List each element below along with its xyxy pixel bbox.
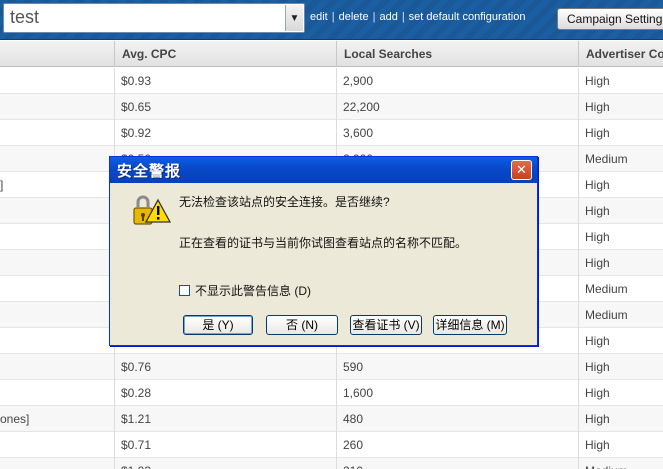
set-default-configuration-link[interactable]: set default configuration — [409, 11, 526, 23]
cell-competition: High — [578, 120, 663, 146]
cell-keyword — [0, 458, 114, 469]
column-header-keyword[interactable] — [0, 41, 114, 67]
cell-avg-cpc: $0.28 — [114, 380, 336, 406]
chevron-down-icon[interactable]: ▼ — [285, 5, 303, 31]
link-separator: | — [331, 11, 335, 23]
table-row[interactable]: $0.65 22,200 High — [0, 94, 663, 120]
cell-avg-cpc: $0.76 — [114, 354, 336, 380]
cell-keyword — [0, 146, 114, 172]
add-link[interactable]: add — [379, 11, 397, 23]
dialog-message-primary: 无法检查该站点的安全连接。是否继续? — [179, 195, 390, 209]
cell-avg-cpc: $1.03 — [114, 458, 336, 469]
campaign-select[interactable]: test ▼ — [3, 3, 305, 33]
cell-local-searches: 260 — [336, 432, 578, 458]
delete-link[interactable]: delete — [339, 11, 369, 23]
cell-competition: Medium — [578, 458, 663, 469]
yes-button[interactable]: 是 (Y) — [183, 315, 253, 335]
cell-local-searches: 2,900 — [336, 68, 578, 94]
table-row[interactable]: $1.03210Medium — [0, 458, 663, 469]
cell-competition: High — [578, 432, 663, 458]
checkbox-box[interactable] — [179, 285, 190, 296]
lock-warning-icon — [133, 195, 171, 225]
cell-keyword — [0, 302, 114, 328]
cell-competition: High — [578, 224, 663, 250]
cell-keyword — [0, 68, 114, 94]
cell-keyword — [0, 354, 114, 380]
checkbox-label: 不显示此警告信息 (D) — [195, 284, 311, 298]
cell-local-searches: 1,600 — [336, 380, 578, 406]
dont-show-warning-checkbox[interactable]: 不显示此警告信息 (D) — [179, 282, 311, 299]
table-row[interactable]: ones] $1.21 480 High — [0, 406, 663, 432]
campaign-select-value: test — [10, 7, 40, 27]
cell-keyword — [0, 432, 114, 458]
dialog-message-secondary: 正在查看的证书与当前你试图查看站点的名称不匹配。 — [179, 236, 468, 250]
toolbar: test ▼ edit | delete | add | set default confi… — [0, 0, 663, 40]
table-row[interactable]: $0.76 590 High — [0, 354, 663, 380]
edit-link[interactable]: edit — [310, 11, 328, 23]
cell-keyword — [0, 250, 114, 276]
column-header-advertiser-competition[interactable]: Advertiser Co — [578, 41, 663, 67]
link-separator: | — [401, 11, 405, 23]
column-header-local-searches[interactable]: Local Searches — [336, 41, 578, 67]
cell-avg-cpc: $1.21 — [114, 406, 336, 432]
dialog-titlebar[interactable]: 安全警报 ✕ — [110, 157, 537, 183]
cell-competition: High — [578, 250, 663, 276]
campaign-settings-button[interactable]: Campaign Settings — [557, 8, 663, 30]
link-separator: | — [372, 11, 376, 23]
table-header: Avg. CPC Local Searches Advertiser Co — [0, 41, 663, 67]
cell-keyword: ] — [0, 178, 4, 192]
cell-keyword — [0, 328, 114, 354]
details-button[interactable]: 详细信息 (M) — [433, 315, 507, 335]
cell-local-searches: 590 — [336, 354, 578, 380]
cell-keyword — [0, 198, 114, 224]
table-row[interactable]: $0.92 3,600 High — [0, 120, 663, 146]
cell-competition: High — [578, 328, 663, 354]
dialog-title: 安全警报 — [117, 163, 182, 180]
cell-local-searches: 210 — [336, 458, 578, 469]
column-header-avg-cpc[interactable]: Avg. CPC — [114, 41, 336, 67]
cell-avg-cpc: $0.71 — [114, 432, 336, 458]
cell-keyword — [0, 380, 114, 406]
cell-competition: High — [578, 94, 663, 120]
table-row[interactable]: $0.28 1,600 High — [0, 380, 663, 406]
close-icon[interactable]: ✕ — [511, 160, 532, 180]
cell-local-searches: 3,600 — [336, 120, 578, 146]
cell-competition: Medium — [578, 302, 663, 328]
cell-competition: High — [578, 68, 663, 94]
cell-competition: High — [578, 354, 663, 380]
table-row[interactable]: $0.93 2,900 High — [0, 68, 663, 94]
cell-competition: High — [578, 198, 663, 224]
campaign-links: edit | delete | add | set default configuratio… — [310, 11, 525, 23]
cell-keyword — [0, 120, 114, 146]
security-alert-dialog: 安全警报 ✕ 无法检查该站点的安全连接。是否继续? 正在查看的证书与当前你试图查… — [109, 156, 538, 346]
no-button[interactable]: 否 (N) — [266, 315, 338, 335]
cell-avg-cpc: $0.93 — [114, 68, 336, 94]
cell-local-searches: 480 — [336, 406, 578, 432]
cell-competition: High — [578, 172, 663, 198]
cell-avg-cpc: $0.92 — [114, 120, 336, 146]
table-row[interactable]: $0.71 260 High — [0, 432, 663, 458]
cell-keyword — [0, 224, 114, 250]
cell-competition: Medium — [578, 276, 663, 302]
cell-competition: High — [578, 406, 663, 432]
cell-competition: Medium — [578, 146, 663, 172]
cell-competition: High — [578, 380, 663, 406]
cell-keyword — [0, 276, 114, 302]
cell-keyword: ones] — [0, 412, 30, 426]
cell-keyword — [0, 94, 114, 120]
cell-local-searches: 22,200 — [336, 94, 578, 120]
cell-avg-cpc: $0.65 — [114, 94, 336, 120]
view-certificate-button[interactable]: 查看证书 (V) — [350, 315, 422, 335]
